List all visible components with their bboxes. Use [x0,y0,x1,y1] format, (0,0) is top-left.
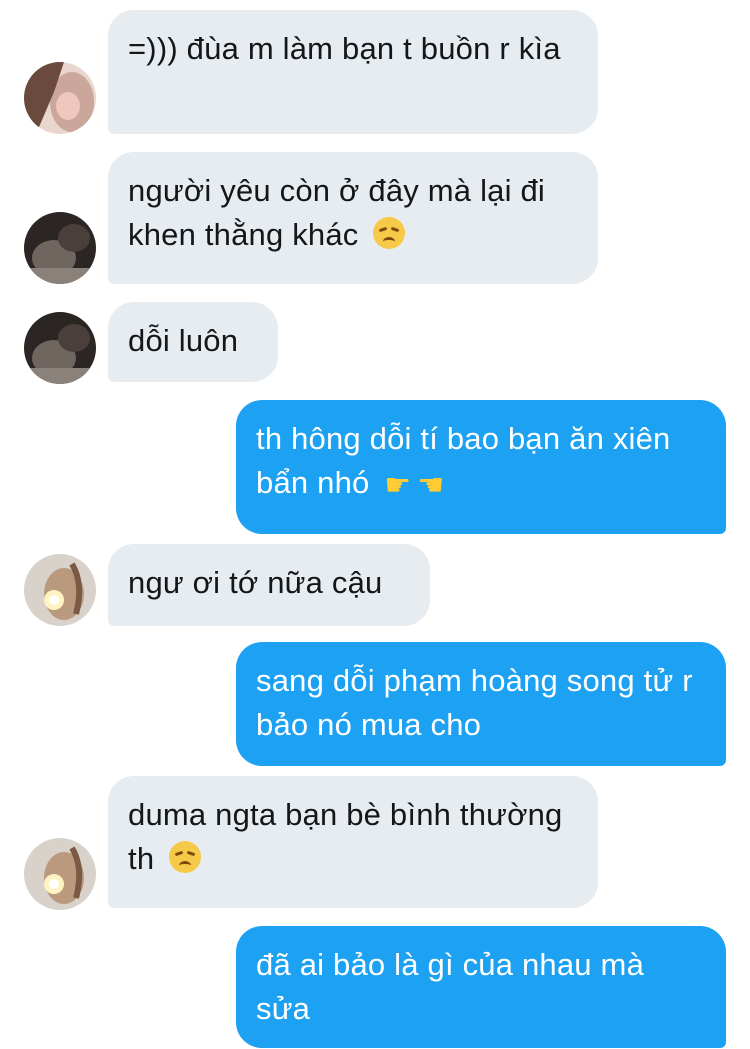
message-text-5: ngư ơi tớ nữa cậu [128,565,383,600]
message-text-4: th hông dỗi tí bao bạn ăn xiên bẩn nhó [256,421,671,500]
avatar-dark-image-2 [24,312,96,384]
avatar-girl-image [24,62,96,134]
message-bubble-2[interactable]: người yêu còn ở đây mà lại đi khen thằng… [108,152,598,284]
disappointed-face-icon [373,217,406,249]
avatar-girl[interactable] [24,62,96,134]
message-text-3: dỗi luôn [128,323,239,358]
message-text-1: =))) đùa m làm bạn t buồn r kìa [128,31,561,66]
message-bubble-5[interactable]: ngư ơi tớ nữa cậu [108,544,430,626]
pointing-right-icon: ☛ [384,468,412,503]
avatar-dark-image [24,212,96,284]
message-text-2: người yêu còn ở đây mà lại đi khen thằng… [128,173,546,252]
disappointed-face-icon-2 [169,841,202,873]
avatar-sparkler-2[interactable] [24,838,96,910]
avatar-sparkler[interactable] [24,554,96,626]
message-text-6: sang dỗi phạm hoàng song tử r bảo nó mua… [256,663,693,742]
message-bubble-1[interactable]: =))) đùa m làm bạn t buồn r kìa [108,10,598,134]
message-bubble-6[interactable]: sang dỗi phạm hoàng song tử r bảo nó mua… [236,642,726,766]
message-bubble-3[interactable]: dỗi luôn [108,302,278,382]
message-bubble-4[interactable]: th hông dỗi tí bao bạn ăn xiên bẩn nhó ☛… [236,400,726,534]
message-text-8: đã ai bảo là gì của nhau mà sửa [256,947,645,1026]
avatar-dark-2[interactable] [24,312,96,384]
message-bubble-7[interactable]: duma ngta bạn bè bình thường th [108,776,598,908]
pointing-left-icon: ☚ [417,468,445,503]
avatar-sparkler-image-2 [24,838,96,910]
avatar-dark[interactable] [24,212,96,284]
message-bubble-8[interactable]: đã ai bảo là gì của nhau mà sửa [236,926,726,1048]
avatar-sparkler-image [24,554,96,626]
